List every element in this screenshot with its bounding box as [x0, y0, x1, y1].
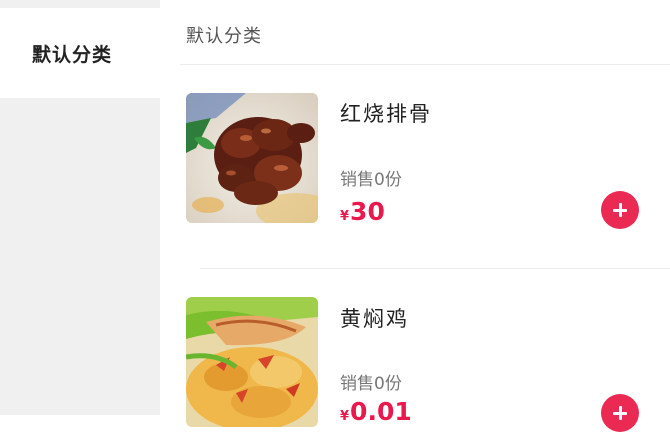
sidebar-item-label: 默认分类 — [31, 43, 112, 66]
product-image[interactable] — [186, 297, 318, 427]
product-sales: 销售0份 — [340, 374, 402, 394]
currency-symbol: ¥ — [340, 209, 350, 224]
add-to-cart-button[interactable] — [601, 394, 639, 432]
plus-icon-vertical — [618, 203, 622, 217]
product-price: ¥0.01 — [340, 397, 412, 426]
product-list: 默认分类 红烧排骨 销售0份 ¥30 黄焖鸡 销售0份 ¥0.01 — [160, 0, 670, 432]
braised-chicken-photo-icon — [186, 297, 318, 427]
product-name: 黄焖鸡 — [340, 307, 409, 331]
currency-symbol: ¥ — [340, 409, 350, 424]
sidebar-item-default-category[interactable]: 默认分类 — [0, 8, 160, 98]
price-amount: 0.01 — [350, 397, 412, 426]
plus-icon-vertical — [618, 406, 622, 420]
product-price: ¥30 — [340, 197, 385, 226]
category-sidebar: 默认分类 — [0, 0, 160, 415]
price-amount: 30 — [350, 197, 385, 226]
row-divider — [200, 268, 670, 269]
list-item[interactable]: 黄焖鸡 销售0份 ¥0.01 — [160, 0, 670, 432]
